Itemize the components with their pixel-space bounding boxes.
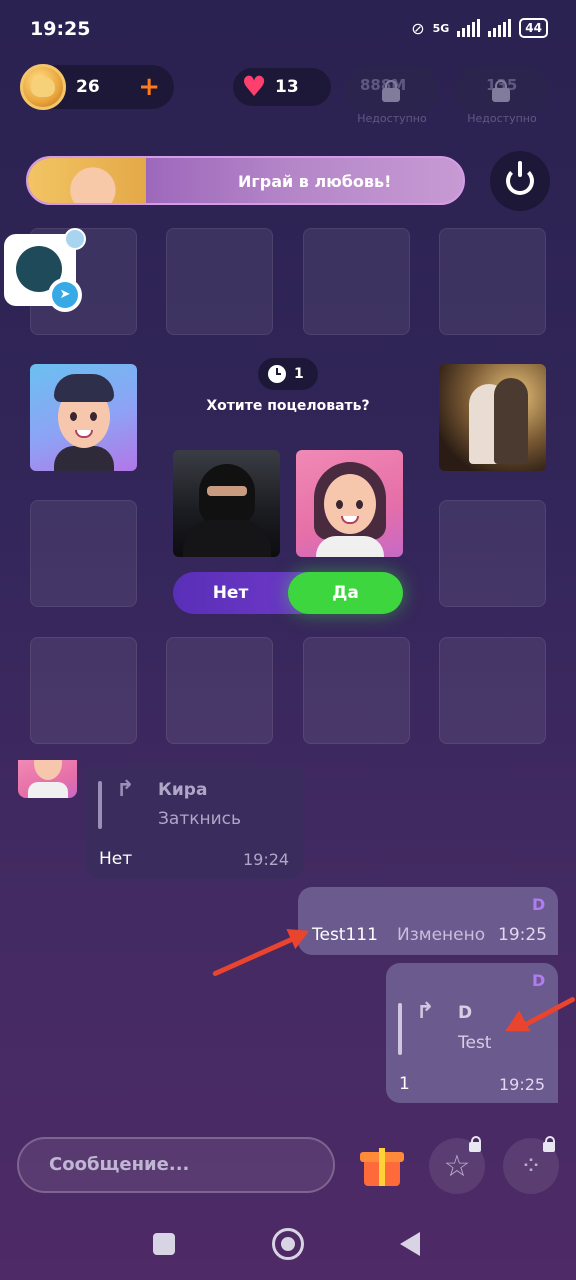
reply-to-text: Test bbox=[458, 1033, 492, 1053]
lock-icon bbox=[469, 1136, 481, 1152]
mute-icon: ⊘ bbox=[411, 18, 425, 38]
message-incoming[interactable]: ↱ Кира Заткнись Нет 19:24 bbox=[86, 765, 304, 879]
seat-cell[interactable] bbox=[30, 500, 137, 607]
gift-ribbon bbox=[379, 1148, 385, 1186]
kiss-self-avatar bbox=[296, 450, 403, 557]
banner-text: Играй в любовь! bbox=[238, 172, 392, 191]
message-text: Нет bbox=[99, 849, 133, 869]
back-button[interactable] bbox=[400, 1232, 420, 1256]
notification-dot bbox=[64, 228, 86, 250]
kiss-choice: Нет Да bbox=[173, 572, 403, 614]
edited-label: Изменено bbox=[397, 925, 486, 945]
gift-button[interactable] bbox=[360, 1142, 404, 1186]
message-sender-avatar[interactable] bbox=[18, 760, 77, 798]
kiss-question: Хотите поцеловать? bbox=[206, 398, 370, 414]
lock-icon bbox=[543, 1136, 555, 1152]
reply-bar bbox=[98, 781, 102, 829]
clock-icon bbox=[268, 365, 286, 383]
reply-icon: ↱ bbox=[116, 777, 135, 802]
play-love-banner[interactable]: Играй в любовь! bbox=[26, 156, 465, 205]
status-icons: ⊘ 5G 44 bbox=[411, 18, 548, 38]
kiss-timer: 1 bbox=[258, 358, 318, 390]
message-text: 1 bbox=[399, 1074, 410, 1094]
timer-value: 1 bbox=[294, 366, 304, 382]
locked-stat-2: 135 Недоступно bbox=[456, 66, 548, 125]
message-sender: D bbox=[532, 895, 546, 914]
message-outgoing[interactable]: D ↱ D Test 1 19:25 bbox=[386, 963, 558, 1103]
coin-icon bbox=[20, 64, 66, 110]
seat-cell[interactable] bbox=[166, 637, 273, 744]
message-text: Test111 bbox=[312, 925, 378, 945]
seat-cell[interactable] bbox=[303, 637, 410, 744]
apps-icon: ⁘ bbox=[520, 1151, 542, 1181]
reply-to-name: Кира bbox=[158, 780, 208, 800]
power-icon bbox=[506, 161, 534, 195]
hearts-count: 13 bbox=[275, 77, 299, 97]
star-icon: ☆ bbox=[443, 1148, 471, 1184]
recent-apps-button[interactable] bbox=[153, 1233, 175, 1255]
player-avatar-boy[interactable] bbox=[30, 364, 137, 471]
lock-icon bbox=[382, 80, 400, 102]
reply-to-name: D bbox=[458, 1003, 473, 1023]
exit-button[interactable] bbox=[490, 151, 550, 211]
coins-count: 26 bbox=[76, 77, 100, 97]
reply-icon: ↱ bbox=[416, 999, 435, 1024]
locked-stat-2-label: Недоступно bbox=[467, 112, 537, 125]
coins-pill[interactable]: 26 + bbox=[20, 64, 174, 110]
home-button[interactable] bbox=[272, 1228, 304, 1260]
annotation-arrow bbox=[211, 933, 302, 977]
telegram-icon: ➤ bbox=[48, 278, 82, 312]
seat-cell[interactable] bbox=[439, 500, 546, 607]
seat-cell[interactable] bbox=[439, 228, 546, 335]
reply-bar bbox=[398, 1003, 402, 1055]
message-time: 19:24 bbox=[243, 850, 290, 869]
yes-button[interactable]: Да bbox=[288, 572, 403, 614]
banner-character-image bbox=[28, 158, 146, 203]
signal-icon bbox=[457, 19, 481, 37]
seat-cell[interactable] bbox=[30, 637, 137, 744]
telegram-widget[interactable]: ➤ bbox=[4, 228, 86, 312]
locked-stat-1: 888M Недоступно bbox=[346, 66, 438, 125]
seat-cell[interactable] bbox=[439, 637, 546, 744]
message-sender: D bbox=[532, 971, 546, 990]
lock-icon bbox=[492, 80, 510, 102]
couple-photo[interactable] bbox=[439, 364, 546, 471]
battery-icon: 44 bbox=[519, 18, 548, 38]
kiss-target-photo bbox=[173, 450, 280, 557]
seat-cell[interactable] bbox=[303, 228, 410, 335]
locked-stat-1-label: Недоступно bbox=[357, 112, 427, 125]
signal-icon-2 bbox=[488, 19, 512, 37]
reply-to-text: Заткнись bbox=[158, 809, 242, 829]
message-outgoing[interactable]: D Test111 Изменено 19:25 bbox=[298, 887, 558, 955]
message-input[interactable]: Сообщение... bbox=[17, 1137, 335, 1193]
message-time: 19:25 bbox=[499, 1075, 546, 1094]
seat-cell[interactable] bbox=[166, 228, 273, 335]
status-time: 19:25 bbox=[30, 18, 91, 40]
heart-icon: ♥ bbox=[241, 70, 267, 103]
add-coins-button[interactable]: + bbox=[138, 72, 160, 102]
message-time: 19:25 bbox=[498, 925, 547, 945]
network-label: 5G bbox=[432, 21, 450, 35]
no-button[interactable]: Нет bbox=[173, 572, 288, 614]
hearts-pill[interactable]: ♥ 13 bbox=[233, 68, 331, 106]
